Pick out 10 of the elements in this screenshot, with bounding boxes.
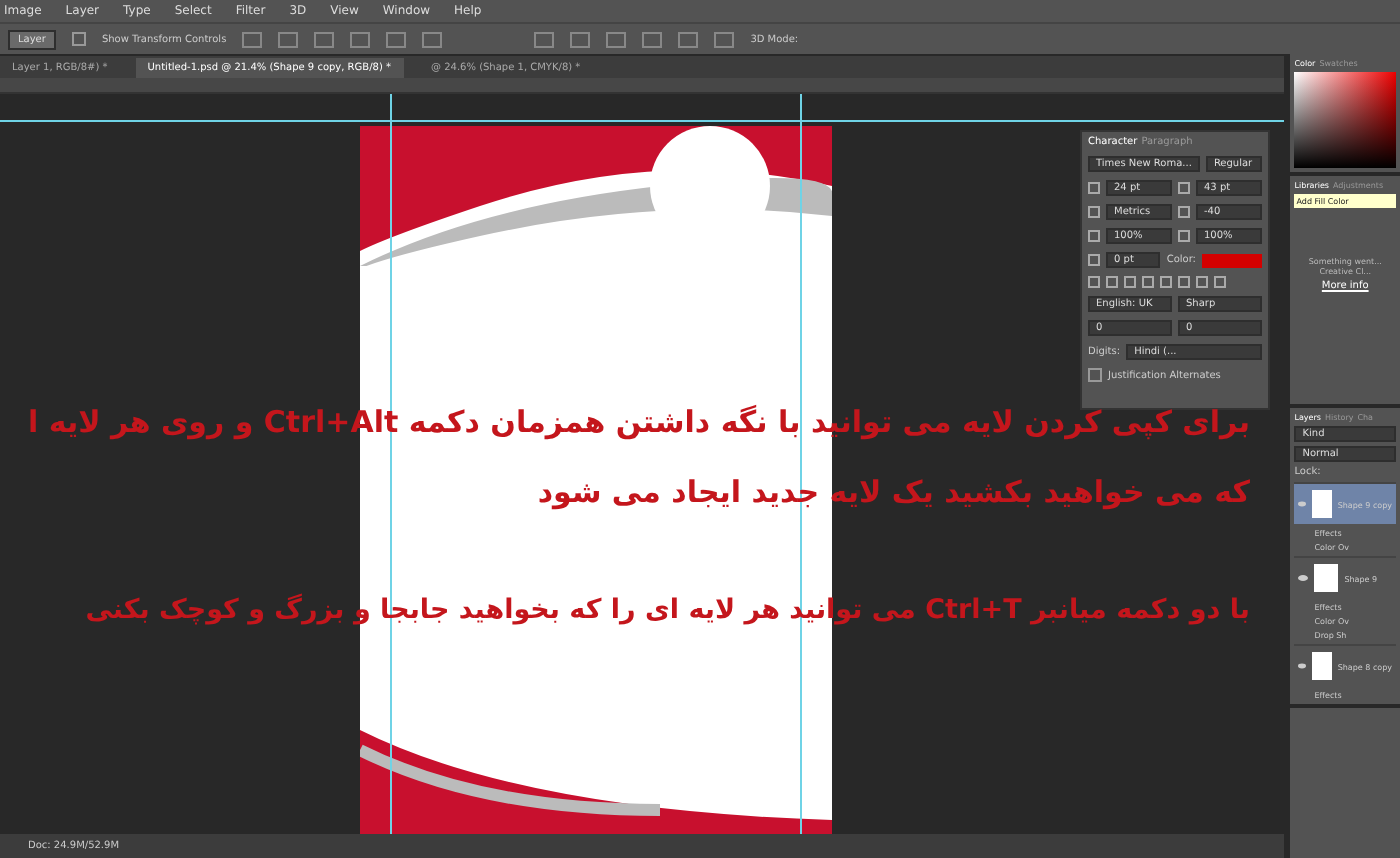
layer-thumbnail: [1314, 564, 1339, 592]
layer-thumbnail: [1312, 652, 1332, 680]
checkbox[interactable]: [71, 32, 86, 46]
eye-icon[interactable]: [1298, 574, 1309, 582]
eye-icon[interactable]: [1298, 500, 1307, 508]
layer-thumbnail: [1312, 490, 1332, 518]
checkbox[interactable]: [1088, 368, 1102, 382]
eye-icon[interactable]: [1298, 662, 1307, 670]
color-picker[interactable]: [1294, 72, 1396, 168]
color-swatch[interactable]: [1202, 253, 1262, 267]
